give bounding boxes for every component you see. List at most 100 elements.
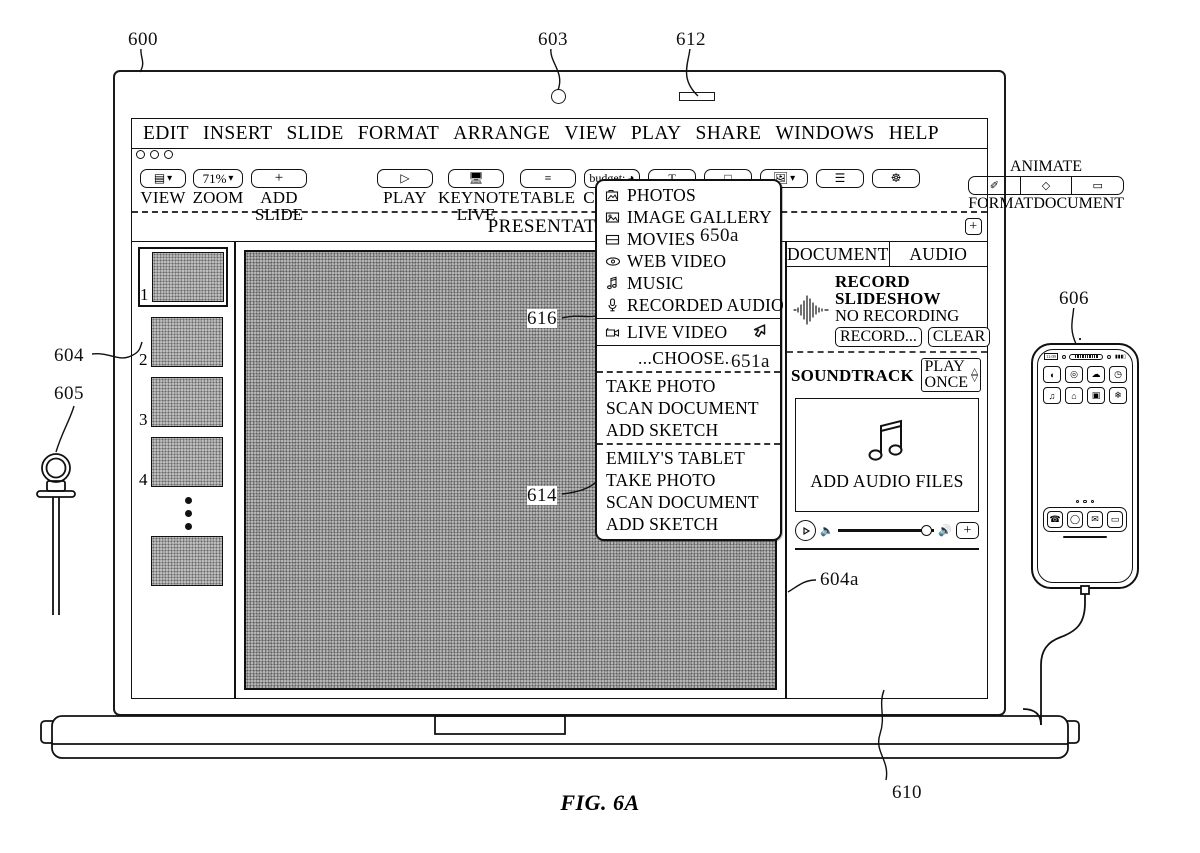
keynote-live-button[interactable]: 🖥 <box>448 169 504 188</box>
menu-item-slide[interactable]: SLIDE <box>279 123 350 145</box>
menu-option-take-photo-local[interactable]: TAKE PHOTO <box>597 375 780 397</box>
chevron-down-icon: ▾ <box>790 172 796 184</box>
dock-icon-messages[interactable]: ◯ <box>1067 511 1083 529</box>
app-icon-camera[interactable]: ◎ <box>1065 366 1083 383</box>
volume-slider-knob[interactable] <box>921 525 933 536</box>
toolbar-group-view[interactable]: ▤ ▾ VIEW <box>136 169 190 206</box>
close-window-icon[interactable] <box>136 150 145 159</box>
add-slide-button[interactable]: + <box>251 169 307 188</box>
play-button[interactable]: ▷ <box>377 169 433 188</box>
volume-slider[interactable] <box>837 525 935 536</box>
menu-option-photos[interactable]: PHOTOS <box>597 184 780 206</box>
toolbar-group-table[interactable]: ≡ TABLE <box>517 169 579 206</box>
slide-thumbnail-2[interactable]: 2 <box>139 317 227 368</box>
document-title-bar: PRESENTATION + <box>132 213 987 242</box>
plus-icon: + <box>274 170 284 186</box>
callout-604: 604 <box>54 345 84 366</box>
app-icon-weather[interactable]: ☁ <box>1087 366 1105 383</box>
app-icon-home[interactable]: ⌂ <box>1065 387 1083 404</box>
tv-icon: ▣ <box>1091 390 1101 400</box>
add-panel-button[interactable]: + <box>965 218 982 235</box>
app-icon-tv[interactable]: ▣ <box>1087 387 1105 404</box>
menu-item-play[interactable]: PLAY <box>624 123 689 145</box>
soundtrack-play-mode-line1: PLAY <box>924 358 965 375</box>
menu-option-music[interactable]: MUSIC <box>597 272 780 294</box>
play-icon[interactable] <box>795 520 816 541</box>
slide-navigator[interactable]: 1 2 3 4 <box>132 242 236 698</box>
dock-icon-facetime[interactable]: ▭ <box>1107 511 1123 529</box>
soundtrack-play-mode-select[interactable]: PLAY ONCE △ ▽ <box>920 358 981 392</box>
messages-icon: ◯ <box>1069 514 1081 525</box>
tab-audio[interactable]: AUDIO <box>890 242 987 266</box>
menu-option-recorded-audio[interactable]: RECORDED AUDIO <box>597 294 784 316</box>
menu-item-windows[interactable]: WINDOWS <box>768 123 881 145</box>
menu-item-share[interactable]: SHARE <box>689 123 769 145</box>
weather-icon: ☁ <box>1091 369 1101 379</box>
phone-dock[interactable]: ☎ ◯ ✉ ▭ <box>1043 507 1127 533</box>
menu-item-edit[interactable]: EDIT <box>136 123 196 145</box>
app-icon-music[interactable]: ♫ <box>1043 387 1061 404</box>
menu-item-insert[interactable]: INSERT <box>196 123 279 145</box>
menu-option-scan-document-local[interactable]: SCAN DOCUMENT <box>597 397 780 419</box>
safari-icon: ◖ <box>1049 369 1055 380</box>
menu-option-take-photo-remote[interactable]: TAKE PHOTO <box>597 469 780 491</box>
menu-item-help[interactable]: HELP <box>882 123 946 145</box>
toolbar-group-comment[interactable]: ☰ <box>813 169 867 188</box>
zoom-button[interactable]: 71% ▾ <box>193 169 243 188</box>
menu-option-web-video[interactable]: WEB VIDEO <box>597 250 780 272</box>
toolbar-group-collaborate[interactable]: ☸ <box>869 169 923 188</box>
phone-app-grid[interactable]: ◖ ◎ ☁ ◷ ♫ ⌂ ▣ ❄ <box>1038 360 1132 404</box>
slide-number-1: 1 <box>140 285 149 304</box>
inspector-tabs[interactable]: DOCUMENT AUDIO <box>787 242 987 267</box>
clock-icon: ◷ <box>1114 369 1122 379</box>
view-button[interactable]: ▤ ▾ <box>140 169 186 188</box>
window-controls[interactable] <box>136 150 173 159</box>
animate-inspector-button[interactable]: ◇ <box>1021 177 1073 194</box>
app-icon-photos[interactable]: ❄ <box>1109 387 1127 404</box>
toolbar-group-zoom[interactable]: 71% ▾ ZOOM <box>190 169 246 206</box>
table-button[interactable]: ≡ <box>520 169 576 188</box>
app-icon-clock[interactable]: ◷ <box>1109 366 1127 383</box>
toolbar-label-play: PLAY <box>383 188 427 207</box>
document-inspector-button[interactable]: ▭ <box>1072 177 1123 194</box>
mobile-device-606[interactable]: 11:09 ▮▮▮▯ ◖ ◎ ☁ ◷ ♫ ⌂ ▣ ❄ ☎ ◯ ✉ ▭ <box>1031 343 1139 589</box>
slide-thumbnail-1[interactable]: 1 <box>138 247 228 307</box>
callout-606: 606 <box>1059 288 1089 309</box>
clear-button[interactable]: CLEAR <box>927 327 991 347</box>
toolbar-group-play[interactable]: ▷ PLAY <box>374 169 436 206</box>
dock-icon-phone[interactable]: ☎ <box>1047 511 1063 529</box>
phone-screen: 11:09 ▮▮▮▯ ◖ ◎ ☁ ◷ ♫ ⌂ ▣ ❄ ☎ ◯ ✉ ▭ <box>1037 349 1133 583</box>
collaborate-button[interactable]: ☸ <box>872 169 920 188</box>
app-icon-safari[interactable]: ◖ <box>1043 366 1061 383</box>
inspector-segment-labels: FORMAT DOCUMENT <box>968 195 1124 212</box>
maximize-window-icon[interactable] <box>164 150 173 159</box>
comment-button[interactable]: ☰ <box>816 169 864 188</box>
menu-item-view[interactable]: VIEW <box>557 123 624 145</box>
pointer-arrow-icon <box>751 323 768 347</box>
callout-616: 616 <box>527 308 557 329</box>
record-button[interactable]: RECORD... <box>835 327 922 347</box>
callout-605: 605 <box>54 383 84 404</box>
volume-high-icon: 🔊 <box>938 525 952 537</box>
menu-option-add-sketch-local[interactable]: ADD SKETCH <box>597 419 780 441</box>
inspector-segmented-control[interactable]: ✐ ◇ ▭ <box>968 176 1124 195</box>
add-audio-files-dropzone[interactable]: ADD AUDIO FILES <box>795 398 979 512</box>
phone-home-indicator <box>1063 536 1107 539</box>
menu-option-add-sketch-remote-614[interactable]: ADD SKETCH <box>597 513 780 535</box>
menu-item-arrange[interactable]: ARRANGE <box>446 123 557 145</box>
menu-item-format[interactable]: FORMAT <box>351 123 447 145</box>
slide-thumbnail-last[interactable] <box>139 536 227 586</box>
menu-option-live-video-616[interactable]: LIVE VIDEO <box>597 321 780 343</box>
minimize-window-icon[interactable] <box>150 150 159 159</box>
menu-option-scan-document-remote[interactable]: SCAN DOCUMENT <box>597 491 780 513</box>
format-inspector-button[interactable]: ✐ <box>969 177 1021 194</box>
slide-thumbnail-4[interactable]: 4 <box>139 437 227 488</box>
dock-icon-mail[interactable]: ✉ <box>1087 511 1103 529</box>
tab-document[interactable]: DOCUMENT <box>787 242 890 266</box>
facetime-icon: ▭ <box>1110 514 1120 525</box>
menu-option-image-gallery[interactable]: IMAGE GALLERY <box>597 206 780 228</box>
menu-option-movies[interactable]: MOVIES <box>597 228 780 250</box>
add-audio-button[interactable]: + <box>956 522 979 539</box>
slide-thumbnail-3[interactable]: 3 <box>139 377 227 428</box>
record-buttons: RECORD... CLEAR <box>835 327 991 347</box>
